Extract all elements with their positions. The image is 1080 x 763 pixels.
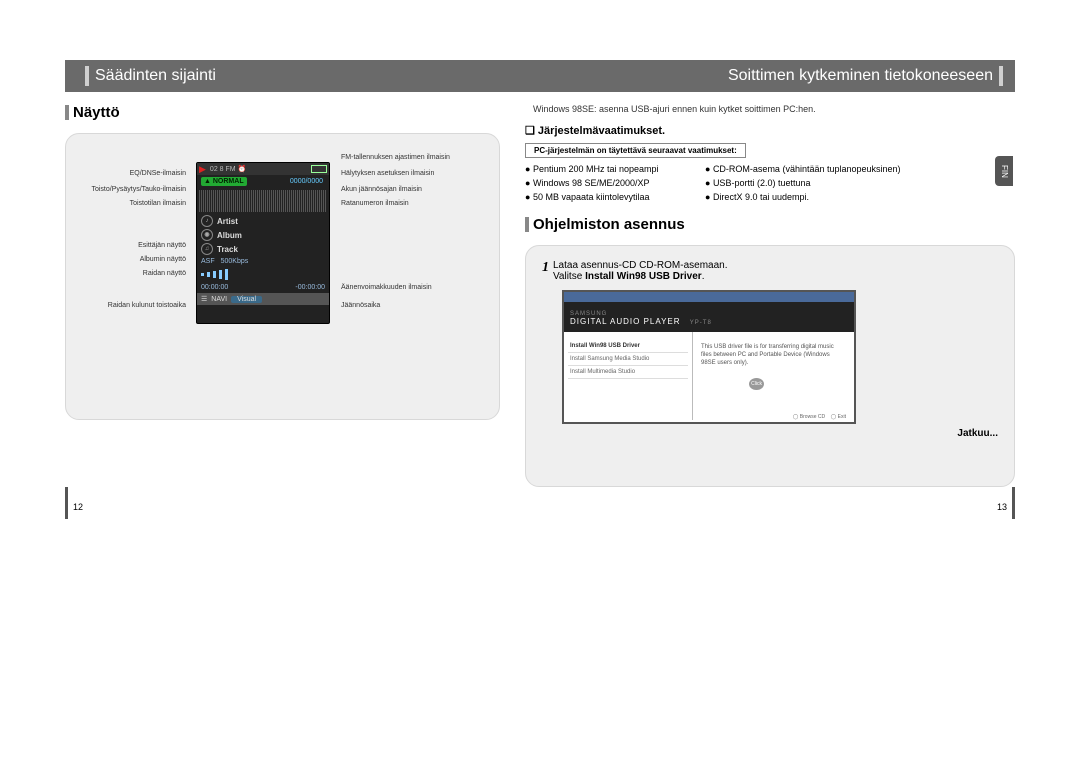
- sysreq-heading: Järjestelmävaatimukset.: [525, 124, 1015, 137]
- label-play: Toisto/Pysäytys/Tauko-ilmaisin: [66, 186, 186, 193]
- installer-exit: ◯: [831, 414, 838, 420]
- installer-sub: YP-T8: [690, 320, 712, 326]
- format-label: ASF: [201, 258, 215, 265]
- click-callout-icon: Click: [749, 378, 764, 390]
- page-number-left: 12: [73, 502, 83, 512]
- header-left: Säädinten sijainti: [65, 66, 520, 86]
- display-diagram-panel: ▶ 02 8 FM ⏰ ▲ NORMAL 0000/0000 ♪ Artist ◉…: [65, 133, 500, 420]
- sysreq-list: Pentium 200 MHz tai nopeampi CD-ROM-asem…: [525, 164, 1015, 202]
- section-heading-text: Näyttö: [73, 104, 120, 121]
- page-gutter-icon: [65, 487, 68, 519]
- req-item: 50 MB vapaata kiintolevytilaa: [525, 192, 705, 202]
- label-track: Raidan näyttö: [86, 270, 186, 277]
- req-item: Windows 98 SE/ME/2000/XP: [525, 178, 705, 188]
- play-icon: ▶: [199, 164, 206, 175]
- language-tab: FIN: [995, 156, 1013, 186]
- label-repeat: Toistotilan ilmaisin: [86, 200, 186, 207]
- waveform-area: [199, 190, 327, 212]
- header-right: Soittimen kytkeminen tietokoneeseen: [520, 66, 1015, 86]
- visual-label: Visual: [231, 296, 262, 303]
- installer-browse: ◯: [793, 414, 800, 420]
- metadata-rows: ♪ Artist ◉ Album ♫ Track: [197, 214, 329, 256]
- installer-header: SAMSUNG DIGITAL AUDIO PLAYER YP-T8: [564, 302, 854, 332]
- step-text-bold: Install Win98 USB Driver: [585, 271, 702, 282]
- artist-row: Artist: [217, 217, 238, 226]
- label-tracknum: Ratanumeron ilmaisin: [341, 200, 409, 207]
- installer-titlebar: [564, 292, 854, 302]
- sysreq-box: PC-järjestelmän on täytettävä seuraavat …: [525, 143, 746, 158]
- installer-menu: Install Win98 USB Driver Install Samsung…: [564, 332, 693, 420]
- installer-description: This USB driver file is for transferring…: [693, 332, 854, 420]
- installer-screenshot: SAMSUNG DIGITAL AUDIO PLAYER YP-T8 Insta…: [562, 290, 856, 424]
- software-install-panel: 1 Lataa asennus-CD CD-ROM-asemaan. Valit…: [525, 245, 1015, 487]
- step-text-post: .: [702, 271, 705, 282]
- person-icon: ♪: [201, 215, 213, 227]
- installer-menu-item: Install Win98 USB Driver: [568, 340, 688, 353]
- label-artist: Esittäjän näyttö: [86, 242, 186, 249]
- win98-note: Windows 98SE: asenna USB-ajuri ennen kui…: [525, 104, 1015, 114]
- navi-label: NAVI: [211, 296, 227, 303]
- left-page-title: Säädinten sijainti: [95, 67, 216, 85]
- page-gutter-icon: [1012, 487, 1015, 519]
- req-item: USB-portti (2.0) tuettuna: [705, 178, 915, 188]
- req-item: Pentium 200 MHz tai nopeampi: [525, 164, 705, 174]
- right-column: Windows 98SE: asenna USB-ajuri ennen kui…: [500, 92, 1015, 487]
- section-heading-display: Näyttö: [65, 104, 500, 121]
- installer-browse-label: Browse CD: [800, 414, 825, 420]
- header-bar: Säädinten sijainti Soittimen kytkeminen …: [65, 60, 1015, 92]
- label-elapsed: Raidan kulunut toistoaika: [66, 302, 186, 309]
- req-item: CD-ROM-asema (vähintään tuplanopeuksinen…: [705, 164, 915, 174]
- installer-title: DIGITAL AUDIO PLAYER: [570, 317, 681, 326]
- step-1: 1 Lataa asennus-CD CD-ROM-asemaan. Valit…: [542, 260, 998, 282]
- volume-bars: [197, 267, 329, 282]
- header-accent-icon: [85, 66, 89, 86]
- right-page-title: Soittimen kytkeminen tietokoneeseen: [728, 67, 993, 85]
- label-fm: FM-tallennuksen ajastimen ilmaisin: [341, 154, 450, 161]
- label-album: Albumin näyttö: [86, 256, 186, 263]
- battery-icon: [311, 165, 327, 173]
- album-row: Album: [217, 231, 242, 240]
- heading-accent-icon: [65, 105, 69, 120]
- req-item: DirectX 9.0 tai uudempi.: [705, 192, 915, 202]
- continued-label: Jatkuu...: [542, 428, 998, 439]
- section-heading-text: Ohjelmiston asennus: [533, 216, 685, 233]
- note-icon: ♫: [201, 243, 213, 255]
- device-screen-mock: ▶ 02 8 FM ⏰ ▲ NORMAL 0000/0000 ♪ Artist ◉…: [196, 162, 330, 324]
- page-number-right: 13: [997, 502, 1007, 512]
- step-text-pre: Valitse: [553, 271, 585, 282]
- eq-mode: ▲ NORMAL: [201, 177, 247, 186]
- label-volume: Äänenvoimakkuuden ilmaisin: [341, 284, 432, 291]
- label-alarm: Hälytyksen asetuksen ilmaisin: [341, 170, 434, 177]
- left-column: Näyttö ▶ 02 8 FM ⏰ ▲ NORMAL 0000/0000: [65, 92, 500, 487]
- label-eq: EQ/DNSe-ilmaisin: [86, 170, 186, 177]
- track-counter: 0000/0000: [290, 178, 327, 185]
- top-indicators: 02 8 FM ⏰: [210, 165, 307, 173]
- installer-exit-label: Exit: [838, 414, 846, 420]
- label-remain: Jäännösaika: [341, 302, 380, 309]
- installer-menu-item: Install Samsung Media Studio: [568, 353, 688, 366]
- disc-icon: ◉: [201, 229, 213, 241]
- installer-menu-item: Install Multimedia Studio: [568, 366, 688, 379]
- elapsed-time: 00:00:00: [201, 284, 228, 291]
- step-number: 1: [542, 260, 549, 282]
- remaining-time: -00:00:00: [295, 284, 325, 291]
- label-battery: Akun jäännösajan ilmaisin: [341, 186, 422, 193]
- step-text: Lataa asennus-CD CD-ROM-asemaan.: [553, 260, 728, 271]
- track-row: Track: [217, 245, 238, 254]
- heading-accent-icon: [525, 217, 529, 232]
- header-accent-icon: [999, 66, 1003, 86]
- bitrate-label: 500Kbps: [221, 258, 249, 265]
- section-heading-software: Ohjelmiston asennus: [525, 216, 1015, 233]
